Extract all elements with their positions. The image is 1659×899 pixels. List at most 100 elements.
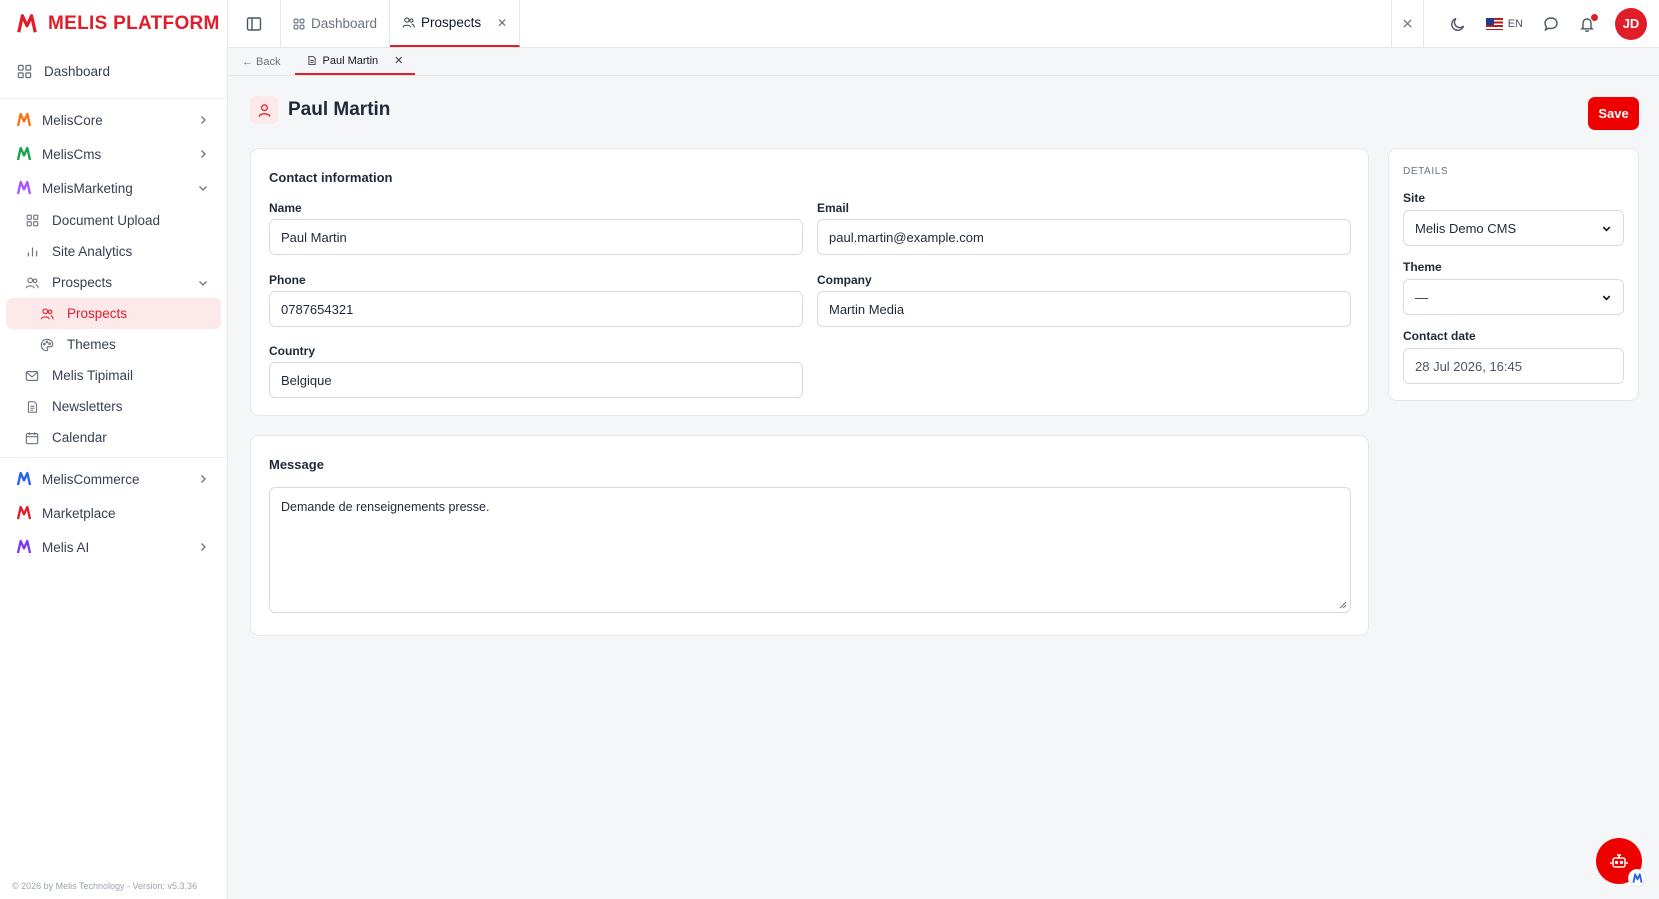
notification-dot [1591, 13, 1598, 21]
sidebar-item-label: Prospects [52, 275, 113, 290]
sidebar-item-site-analytics[interactable]: Site Analytics [0, 236, 227, 267]
save-button[interactable]: Save [1588, 97, 1639, 130]
palette-icon [39, 337, 55, 353]
company-label: Company [817, 273, 872, 287]
chevron-right-icon [201, 475, 206, 483]
sidebar-item-label: Calendar [52, 430, 107, 445]
card-title: Contact information [269, 170, 393, 185]
dark-mode-toggle[interactable] [1450, 16, 1466, 32]
company-input[interactable]: Martin Media [817, 291, 1351, 327]
sidebar: MELIS PLATFORM Dashboard MelisCore Melis… [0, 0, 228, 899]
close-tab-icon[interactable]: ✕ [497, 16, 507, 30]
sidebar-item-label: MelisCore [42, 112, 103, 128]
sidebar-toggle-icon [246, 16, 262, 31]
sidebar-item-melismarketing[interactable]: MelisMarketing [0, 171, 227, 205]
meliscommerce-logo-icon [16, 471, 32, 486]
melis-badge-icon [1628, 869, 1646, 887]
tab-label: Dashboard [311, 16, 378, 31]
sidebar-item-melis-ai[interactable]: Melis AI [0, 530, 227, 564]
sidebar-item-label: Melis Tipimail [52, 368, 134, 383]
sidebar-item-prospects-active[interactable]: Prospects [6, 298, 221, 329]
chevron-down-icon [199, 186, 207, 191]
topbar-actions: EN JD [1424, 0, 1659, 47]
sidebar-item-prospects[interactable]: Prospects [0, 267, 227, 298]
bar-chart-icon [24, 244, 40, 260]
chevron-down-icon [199, 280, 207, 286]
sidebar-item-document-upload[interactable]: Document Upload [0, 205, 227, 236]
meliscms-logo-icon [16, 146, 32, 161]
close-all-tabs-button[interactable] [1390, 0, 1424, 47]
sidebar-toggle-button[interactable] [228, 0, 281, 47]
sidebar-item-marketplace[interactable]: Marketplace [0, 496, 227, 530]
contact-date-input[interactable]: 28 Jul 2026, 16:45 [1403, 348, 1624, 384]
sidebar-item-dashboard[interactable]: Dashboard [0, 48, 227, 94]
grid-icon [24, 213, 40, 229]
us-flag-icon [1485, 17, 1503, 30]
email-input[interactable]: paul.martin@example.com [817, 219, 1351, 255]
sidebar-item-label: Melis AI [42, 539, 90, 555]
message-text: Demande de renseignements presse. [281, 500, 490, 514]
tab-label: Prospects [421, 15, 482, 30]
site-select-value: Melis Demo CMS [1415, 220, 1517, 236]
message-card: Message Demande de renseignements presse… [250, 435, 1369, 636]
back-button[interactable]: ← Back [228, 48, 295, 75]
message-textarea[interactable]: Demande de renseignements presse. [269, 487, 1351, 613]
chevron-right-icon [201, 543, 206, 551]
brand[interactable]: MELIS PLATFORM [0, 0, 227, 48]
name-input[interactable]: Paul Martin [269, 219, 803, 255]
sidebar-item-label: MelisMarketing [42, 180, 133, 196]
sidebar-item-label: Site Analytics [52, 244, 133, 259]
moon-icon [1450, 17, 1464, 31]
chat-button[interactable] [1543, 16, 1559, 32]
sidebar-item-meliscommerce[interactable]: MelisCommerce [0, 462, 227, 496]
ai-assistant-button[interactable] [1596, 838, 1646, 887]
details-title: DETAILS [1403, 166, 1449, 177]
sidebar-item-melis-tipimail[interactable]: Melis Tipimail [0, 360, 227, 391]
dashboard-icon [293, 18, 305, 29]
sidebar-item-label: Document Upload [52, 213, 161, 228]
sidebar-item-meliscms[interactable]: MelisCms [0, 137, 227, 171]
calendar-icon [24, 430, 40, 446]
sidebar-item-newsletters[interactable]: Newsletters [0, 391, 227, 422]
subtab-paul-martin[interactable]: Paul Martin ✕ [294, 48, 416, 75]
tab-dashboard[interactable]: Dashboard [281, 0, 391, 47]
sidebar-item-meliscore[interactable]: MelisCore [0, 103, 227, 137]
phone-input[interactable]: 0787654321 [269, 291, 803, 327]
chevron-down-icon [1602, 295, 1611, 301]
dashboard-icon [16, 63, 32, 79]
chevron-right-icon [201, 116, 206, 124]
close-subtab-icon[interactable]: ✕ [394, 54, 403, 67]
subtab-label: Paul Martin [322, 54, 379, 67]
chevron-right-icon [201, 150, 206, 158]
site-select[interactable]: Melis Demo CMS [1403, 210, 1624, 246]
sidebar-item-themes[interactable]: Themes [6, 329, 221, 360]
avatar[interactable]: JD [1615, 7, 1647, 40]
tab-prospects[interactable]: Prospects ✕ [390, 0, 521, 47]
sidebar-item-label: Newsletters [52, 399, 123, 414]
language-selector[interactable]: EN [1485, 17, 1523, 30]
sidebar-item-label: Prospects [67, 306, 128, 321]
close-icon [1403, 19, 1412, 28]
users-icon [24, 275, 40, 291]
mail-icon [24, 368, 40, 384]
country-input[interactable]: Belgique [269, 362, 803, 398]
sub-tabs-bar: ← Back Paul Martin ✕ [228, 48, 1659, 76]
theme-label: Theme [1403, 260, 1442, 274]
sidebar-item-label: Dashboard [44, 63, 111, 79]
theme-select[interactable]: — [1403, 279, 1624, 315]
sidebar-item-label: Marketplace [42, 505, 116, 521]
notifications-button[interactable] [1579, 13, 1598, 32]
sidebar-item-calendar[interactable]: Calendar [0, 422, 227, 453]
sidebar-item-label: MelisCms [42, 146, 102, 162]
email-label: Email [817, 201, 850, 215]
melis-logo-icon [17, 14, 37, 33]
meliscore-logo-icon [16, 112, 32, 127]
users-icon [39, 306, 55, 322]
users-icon [402, 17, 415, 28]
robot-icon [1610, 854, 1628, 868]
theme-select-value: — [1415, 289, 1428, 305]
resize-grip-icon[interactable] [1339, 601, 1347, 609]
contact-date-label: Contact date [1403, 329, 1476, 343]
site-label: Site [1403, 191, 1426, 205]
